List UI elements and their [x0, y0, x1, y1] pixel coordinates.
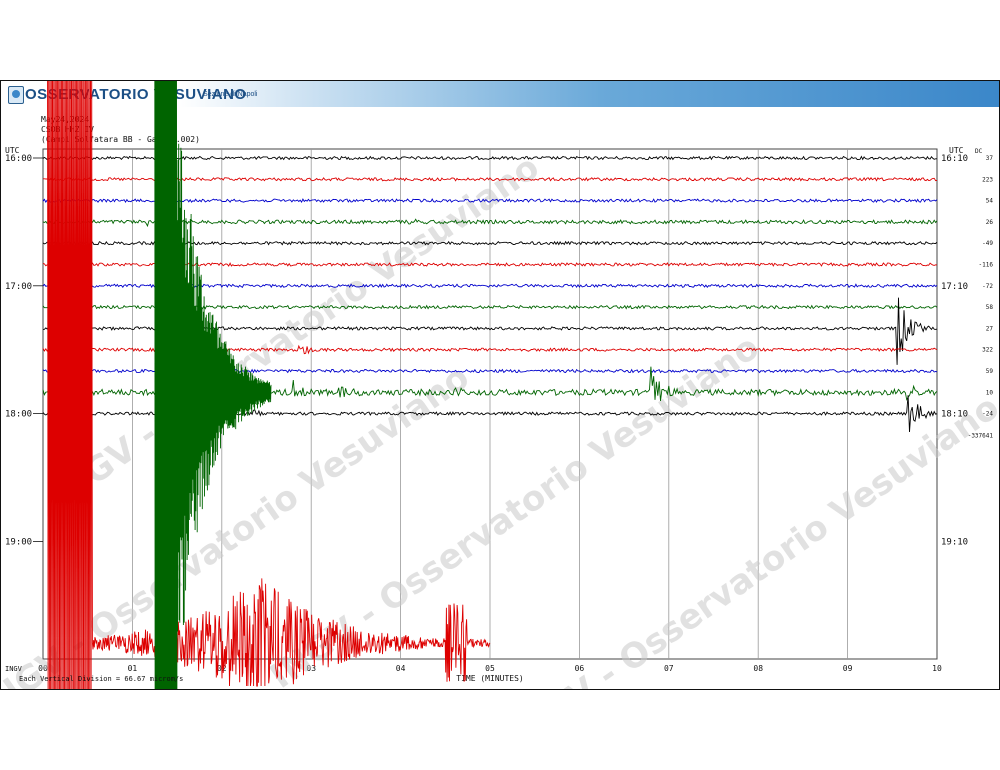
right-time-label: 19:10 [941, 537, 968, 547]
left-time-label: 18:00 [5, 410, 32, 420]
x-tick-label: 10 [932, 664, 942, 673]
x-tick-label: 09 [843, 664, 853, 673]
seismogram-plot: 00 01 02 03 04 05 06 07 08 09 10TIME (MINUTES)INGV… [1, 81, 999, 689]
left-time-label: 19:00 [5, 537, 32, 547]
dc-offset-value: -49 [982, 240, 993, 247]
division-note: Each Vertical Division = 66.67 microm/s [19, 675, 184, 683]
dc-offset-value: -116 [979, 262, 994, 269]
x-tick-label: 07 [664, 664, 674, 673]
right-time-label: 18:10 [941, 410, 968, 420]
dc-offset-value: 54 [986, 198, 994, 205]
x-tick-label: 08 [753, 664, 763, 673]
left-time-label: 16:00 [5, 154, 32, 164]
dc-offset-value: 10 [986, 389, 994, 396]
seismogram-frame: OSSERVATORIO VESUVIANO Sezione di Napoli… [0, 80, 1000, 690]
dc-offset-value: 322 [982, 347, 993, 354]
x-tick-label: 05 [485, 664, 495, 673]
left-time-label: 17:00 [5, 282, 32, 292]
dc-offset-value: -24 [982, 411, 993, 418]
dc-offset-value: 223 [982, 176, 993, 183]
dc-offset-value: 58 [986, 304, 994, 311]
dc-offset-value: 26 [986, 219, 994, 226]
green-earthquake-trace [154, 81, 272, 689]
dc-offset-value: 27 [986, 325, 994, 332]
ingv-credit: INGV [5, 665, 22, 673]
right-time-label: 16:10 [941, 154, 968, 164]
dc-offset-value: 37 [986, 155, 994, 162]
right-time-label: 17:10 [941, 282, 968, 292]
dc-offset-value: 59 [986, 368, 994, 375]
x-tick-label: 01 [128, 664, 138, 673]
x-axis-label: TIME (MINUTES) [456, 674, 523, 683]
dc-offset-value: -72 [982, 283, 993, 290]
dc-header: DC [975, 148, 983, 155]
watermark-text: INGV - Osservatorio Vesuviano [43, 147, 547, 516]
watermark-text: INGV - Osservatorio Vesuviano [503, 387, 999, 689]
x-tick-label: 04 [396, 664, 406, 673]
dc-offset-value: -337641 [968, 433, 994, 440]
